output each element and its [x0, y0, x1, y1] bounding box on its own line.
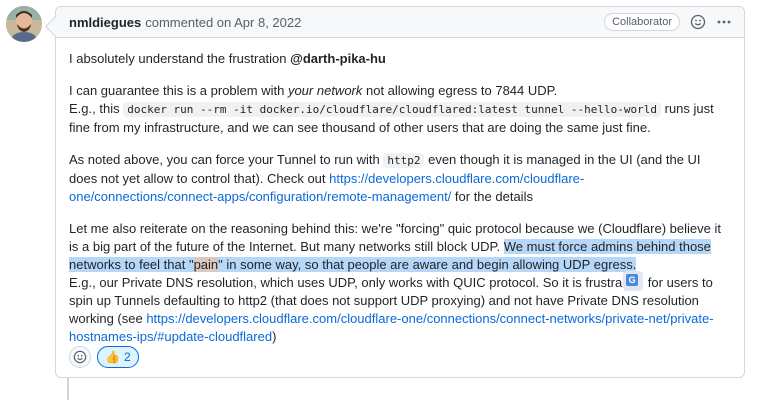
docker-command-code: docker run --rm -it docker.io/cloudflare… [123, 102, 662, 117]
p2-text-a: I can guarantee this is a problem with [69, 83, 288, 98]
header-actions: Collaborator [604, 13, 732, 31]
comment-header: nmldiegues commented on Apr 8, 2022 Coll… [44, 7, 744, 38]
p4-text-d: ) [272, 329, 277, 344]
smiley-icon[interactable] [690, 14, 706, 30]
translate-icon[interactable]: G [623, 270, 644, 291]
paragraph-2: I can guarantee this is a problem with y… [69, 82, 731, 137]
avatar[interactable] [6, 6, 42, 42]
p4-text-b: E.g., our Private DNS resolution, which … [69, 275, 623, 290]
p1-text: I absolutely understand the frustration [69, 51, 291, 66]
pain-word: pain [193, 257, 219, 272]
author-link[interactable]: nmldiegues [69, 15, 141, 30]
p2-text-c: E.g., this [69, 101, 124, 116]
p2-text-b: not allowing egress to 7844 UDP. [362, 83, 558, 98]
p2-emphasis: your network [287, 83, 363, 98]
comment-timestamp[interactable]: commented on Apr 8, 2022 [145, 15, 301, 30]
comment-caret [44, 15, 67, 38]
p3-text-a: As noted above, you can force your Tunne… [69, 152, 384, 167]
paragraph-4: Let me also reiterate on the reasoning b… [69, 220, 731, 346]
comment-box: nmldiegues commented on Apr 8, 2022 Coll… [44, 6, 745, 378]
thumbs-up-reaction[interactable]: 👍 2 [97, 346, 139, 368]
avatar-image [6, 6, 42, 42]
thumbs-up-icon: 👍 [105, 350, 120, 364]
add-reaction-button[interactable] [69, 346, 91, 368]
mention-link[interactable]: @darth-pika-hu [290, 51, 386, 66]
collaborator-badge: Collaborator [604, 13, 680, 31]
private-hostnames-link[interactable]: https://developers.cloudflare.com/cloudf… [69, 311, 714, 344]
p3-text-c: for the details [451, 189, 533, 204]
p4-highlight-2: " in some way, so that people are aware … [218, 257, 637, 272]
add-reaction-icon [73, 350, 87, 364]
paragraph-1: I absolutely understand the frustration … [69, 50, 731, 68]
kebab-icon[interactable] [716, 14, 732, 30]
http2-code: http2 [383, 153, 425, 168]
paragraph-3: As noted above, you can force your Tunne… [69, 151, 731, 206]
thumbs-up-count: 2 [123, 350, 131, 364]
reactions-bar: 👍 2 [69, 346, 139, 368]
comment-body: I absolutely understand the frustration … [56, 38, 744, 346]
